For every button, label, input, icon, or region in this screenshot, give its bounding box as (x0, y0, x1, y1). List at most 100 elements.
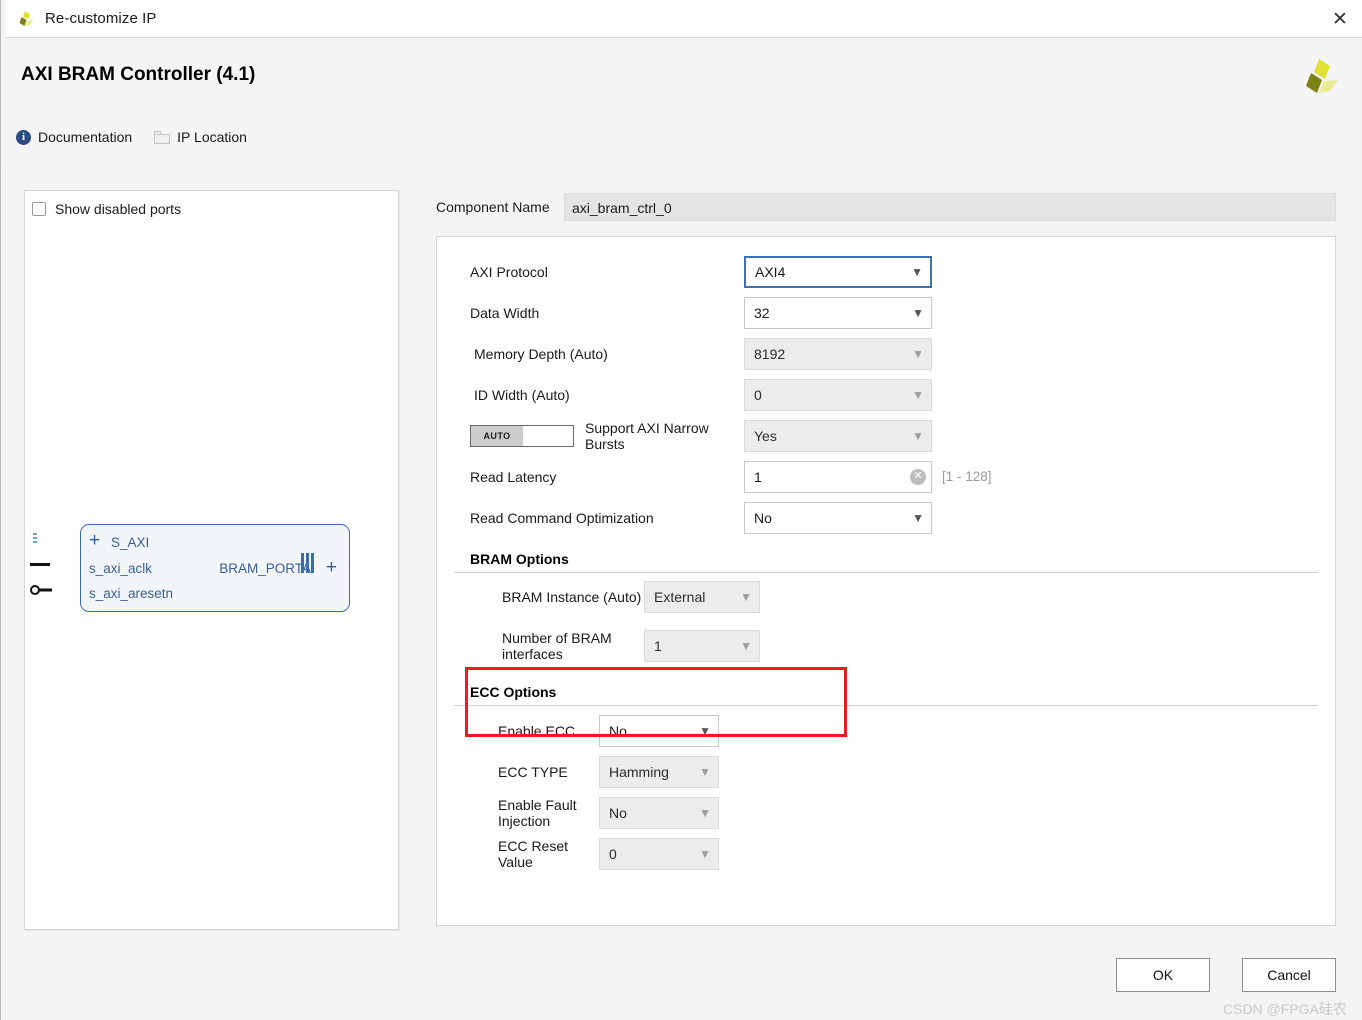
ecc-type-label: ECC TYPE (498, 763, 568, 780)
axi-protocol-select[interactable]: AXI4 ▼ (744, 255, 932, 288)
chevron-down-icon: ▼ (740, 589, 752, 604)
field-row-narrow-bursts: AUTO Support AXI Narrow Bursts Yes ▼ (454, 415, 1318, 456)
memory-depth-label: Memory Depth (Auto) (474, 345, 608, 362)
close-icon[interactable]: ✕ (1317, 0, 1362, 38)
read-latency-input[interactable]: 1 ✕ (744, 460, 932, 493)
ecc-options-title: ECC Options (470, 684, 557, 700)
enable-ecc-value: No (609, 722, 627, 739)
chevron-down-icon: ▼ (699, 764, 711, 779)
chevron-down-icon: ▼ (912, 428, 924, 443)
chevron-down-icon: ▼ (699, 846, 711, 861)
bus-bars-icon (298, 553, 316, 573)
memory-depth-value: 8192 (754, 345, 786, 362)
port-label-s-axi-aresetn: s_axi_aresetn (89, 586, 174, 601)
field-row-bram-interfaces: Number of BRAM interfaces 1 ▼ (454, 625, 1318, 666)
id-width-value: 0 (754, 386, 762, 403)
titlebar-accent-strip (1, 0, 5, 38)
watermark-text: CSDN @FPGA硅农 (1223, 1001, 1347, 1017)
cancel-button[interactable]: Cancel (1242, 958, 1336, 992)
read-latency-label: Read Latency (470, 468, 557, 485)
narrow-bursts-value: Yes (754, 427, 777, 444)
field-row-axi-protocol: AXI Protocol AXI4 ▼ (454, 251, 1318, 292)
field-row-read-latency: Read Latency 1 ✕ [1 - 128] (454, 456, 1318, 497)
enable-ecc-select[interactable]: No ▼ (599, 714, 719, 747)
field-row-data-width: Data Width 32 ▼ (454, 292, 1318, 333)
bram-porta-expander-icon[interactable]: + (326, 558, 337, 577)
folder-icon (154, 130, 171, 144)
id-width-label: ID Width (Auto) (474, 386, 570, 403)
narrow-bursts-select: Yes ▼ (744, 419, 932, 452)
field-row-ecc-reset-value: ECC Reset Value 0 ▼ (454, 833, 1318, 874)
chevron-down-icon: ▼ (699, 805, 711, 820)
data-width-value: 32 (754, 304, 770, 321)
enable-fault-injection-value: No (609, 804, 627, 821)
read-latency-range-hint: [1 - 128] (942, 469, 992, 484)
ip-location-link[interactable]: IP Location (154, 129, 247, 145)
dialog-footer: OK Cancel CSDN @FPGA硅农 (1, 958, 1362, 1020)
narrow-bursts-auto-toggle[interactable]: AUTO (470, 424, 574, 447)
field-row-bram-instance: BRAM Instance (Auto) External ▼ (454, 576, 1318, 617)
bram-interfaces-label: Number of BRAM interfaces (502, 629, 612, 662)
clear-icon[interactable]: ✕ (910, 468, 926, 485)
ecc-type-value: Hamming (609, 763, 669, 780)
bram-instance-value: External (654, 588, 706, 605)
documentation-link-label: Documentation (38, 129, 133, 145)
dialog-header: AXI BRAM Controller (4.1) i Documentatio… (2, 38, 1362, 163)
bram-options-section: BRAM Options (454, 551, 1318, 573)
chevron-down-icon: ▼ (912, 387, 924, 402)
chevron-down-icon: ▼ (912, 510, 924, 525)
narrow-bursts-label: Support AXI Narrow Bursts (585, 419, 709, 452)
ports-preview-panel: Show disabled ports + S_AXI s_axi_aclk s… (24, 190, 399, 930)
recustomize-ip-dialog: Re-customize IP ✕ AXI BRAM Controller (4… (0, 0, 1362, 1020)
chevron-down-icon: ▼ (911, 264, 923, 279)
bram-options-title: BRAM Options (470, 551, 569, 567)
auto-toggle-label: AUTO (471, 425, 523, 446)
section-divider (454, 572, 1318, 573)
s-axi-expander-icon[interactable]: + (89, 531, 100, 550)
bram-instance-label: BRAM Instance (Auto) (502, 588, 642, 605)
axi-protocol-value: AXI4 (755, 263, 786, 280)
ecc-type-select: Hamming ▼ (599, 755, 719, 788)
bram-instance-select: External ▼ (644, 580, 760, 613)
field-row-enable-fault-injection: Enable Fault Injection No ▼ (454, 792, 1318, 833)
ecc-reset-value-select: 0 ▼ (599, 837, 719, 870)
clock-line-icon (30, 563, 50, 566)
chevron-down-icon: ▼ (740, 638, 752, 653)
documentation-link[interactable]: i Documentation (16, 129, 132, 145)
port-label-s-axi-aclk: s_axi_aclk (89, 561, 153, 576)
bram-interfaces-value: 1 (654, 637, 662, 654)
xilinx-logo-icon (15, 9, 35, 29)
ecc-reset-value-label: ECC Reset Value (498, 837, 569, 870)
read-command-optimization-select[interactable]: No ▼ (744, 501, 932, 534)
configuration-area: Component Name axi_bram_ctrl_0 AXI Proto… (436, 190, 1336, 926)
axi-protocol-label: AXI Protocol (470, 263, 548, 280)
ip-location-link-label: IP Location (177, 129, 247, 145)
bram-interfaces-select: 1 ▼ (644, 629, 760, 662)
port-label-s-axi: S_AXI (111, 535, 150, 550)
data-width-label: Data Width (470, 304, 540, 321)
title-bar: Re-customize IP ✕ (1, 0, 1362, 38)
enable-ecc-label: Enable ECC (498, 722, 576, 739)
component-name-input[interactable]: axi_bram_ctrl_0 (564, 193, 1336, 221)
field-row-enable-ecc: Enable ECC No ▼ (454, 710, 1318, 751)
read-command-optimization-label: Read Command Optimization (470, 509, 654, 526)
read-command-optimization-value: No (754, 509, 772, 526)
data-width-select[interactable]: 32 ▼ (744, 296, 932, 329)
field-row-read-command-optimization: Read Command Optimization No ▼ (454, 497, 1318, 538)
component-name-label: Component Name (436, 199, 550, 215)
ecc-reset-value-value: 0 (609, 845, 617, 862)
enable-fault-injection-label: Enable Fault Injection (498, 796, 577, 829)
page-title: AXI BRAM Controller (4.1) (21, 64, 256, 85)
header-links: i Documentation IP Location (16, 129, 269, 145)
form-panel: AXI Protocol AXI4 ▼ Data Width 32 ▼ Memo… (436, 236, 1336, 926)
show-disabled-ports-checkbox[interactable]: Show disabled ports (32, 201, 181, 217)
window-title: Re-customize IP (45, 10, 157, 27)
id-width-select: 0 ▼ (744, 378, 932, 411)
field-row-memory-depth: Memory Depth (Auto) 8192 ▼ (454, 333, 1318, 374)
read-latency-value: 1 (754, 468, 762, 485)
chevron-down-icon: ▼ (912, 305, 924, 320)
chevron-down-icon: ▼ (699, 723, 711, 738)
xilinx-logo-icon (1295, 54, 1341, 100)
component-name-row: Component Name axi_bram_ctrl_0 (436, 190, 1336, 224)
ok-button[interactable]: OK (1116, 958, 1210, 992)
